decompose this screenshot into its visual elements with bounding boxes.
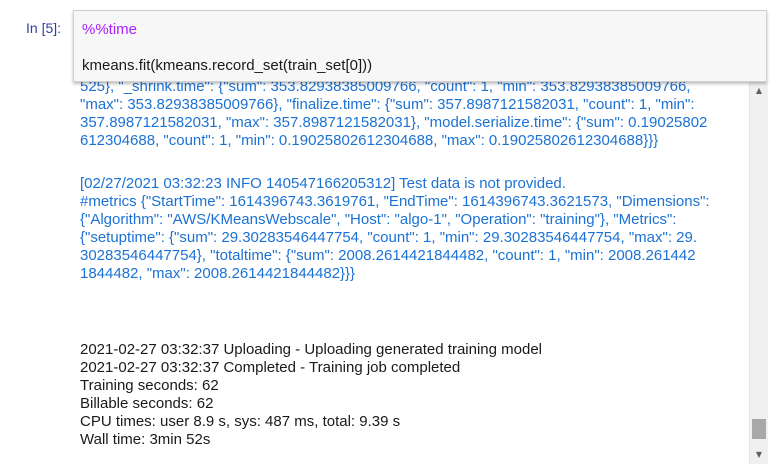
code-line-magic[interactable]: %%time	[82, 21, 137, 39]
output-scrollbar[interactable]: ▲ ▼	[749, 82, 768, 464]
code-line-fit[interactable]: kmeans.fit(kmeans.record_set(train_set[0…	[82, 57, 372, 75]
stdout-line: Billable seconds: 62	[80, 395, 214, 412]
stdout-line: 2021-02-27 03:32:37 Uploading - Uploadin…	[80, 341, 542, 358]
stdout-line: CPU times: user 8.9 s, sys: 487 ms, tota…	[80, 413, 401, 430]
log-line: {"setuptime": {"sum": 29.30283546447754,…	[80, 229, 697, 246]
input-prompt: In [5]:	[26, 20, 62, 36]
log-line: 612304688, "count": 1, "min": 0.19025802…	[80, 132, 659, 149]
log-line: [02/27/2021 03:32:23 INFO 14054716620531…	[80, 175, 566, 192]
scroll-thumb[interactable]	[752, 419, 766, 439]
log-line: #metrics {"StartTime": 1614396743.361976…	[80, 193, 710, 210]
log-line: 357.8987121582031, "max": 357.8987121582…	[80, 114, 708, 131]
scroll-down-arrow-icon[interactable]: ▼	[750, 446, 768, 464]
log-line: "max": 353.82938385009766}, "finalize.ti…	[80, 96, 695, 113]
log-line: 30283546447754}, "totaltime": {"sum": 20…	[80, 247, 696, 264]
log-line: 1844482, "max": 2008.2614421844482}}}	[80, 265, 356, 282]
log-line: {"Algorithm": "AWS/KMeansWebscale", "Hos…	[80, 211, 677, 228]
scroll-up-arrow-icon[interactable]: ▲	[750, 82, 768, 100]
stdout-line: 2021-02-27 03:32:37 Completed - Training…	[80, 359, 461, 376]
stdout-line: Wall time: 3min 52s	[80, 431, 211, 448]
stdout-line: Training seconds: 62	[80, 377, 219, 394]
code-input-cell[interactable]: %%time kmeans.fit(kmeans.record_set(trai…	[73, 10, 767, 82]
cell-output: 525}, "_shrink.time": {"sum": 353.829383…	[73, 78, 761, 464]
